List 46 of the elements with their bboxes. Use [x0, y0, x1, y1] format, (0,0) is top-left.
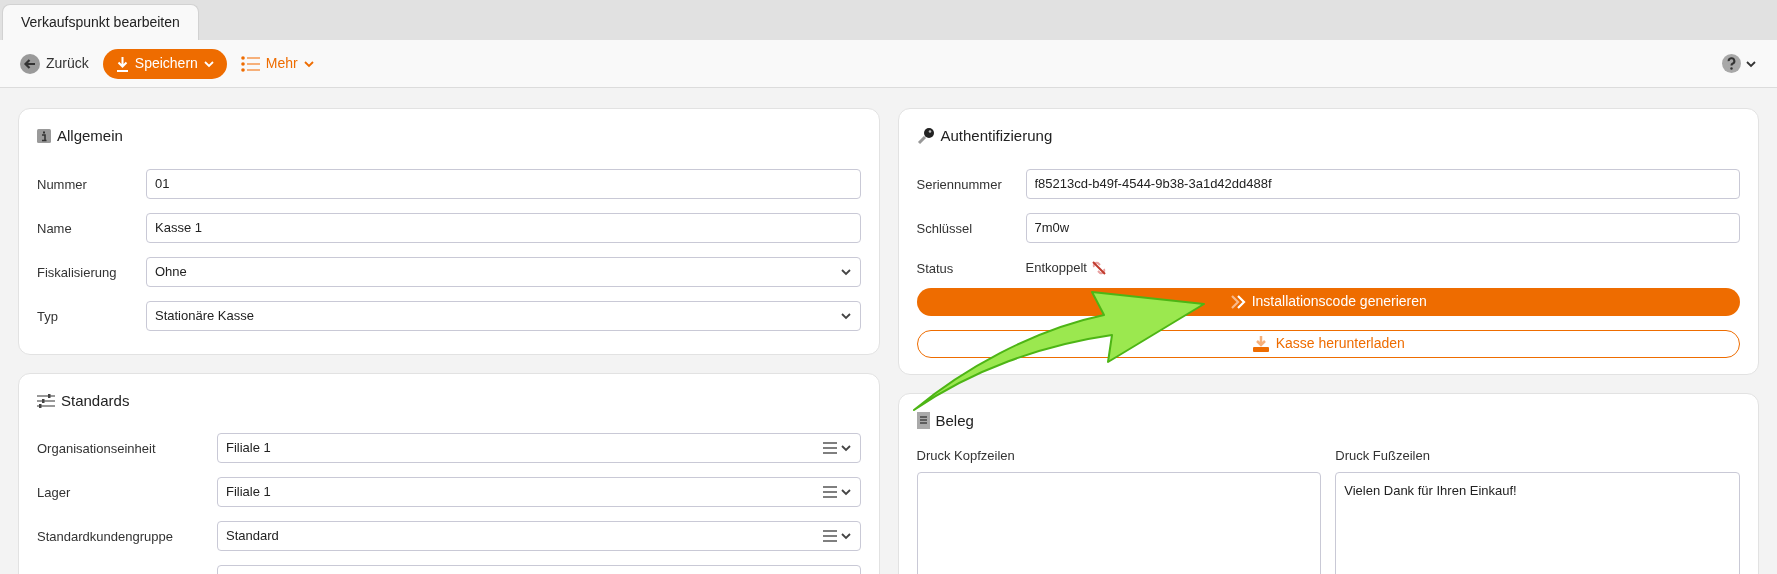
card-title: Standards [61, 390, 130, 411]
card-title: Allgemein [57, 126, 123, 146]
help-icon [1722, 54, 1741, 73]
select-field[interactable]: Ohne [146, 256, 861, 287]
menu-icon [821, 485, 838, 499]
double-chevron-icon [1229, 294, 1246, 309]
download-tray-icon [1251, 334, 1270, 353]
lookup-field[interactable]: Standard [217, 521, 861, 551]
field-label: Status [916, 260, 954, 276]
help-button[interactable] [1722, 54, 1757, 73]
field-label: Name [37, 220, 72, 236]
input-field[interactable]: 01 [146, 168, 861, 199]
lookup-field[interactable]: Filiale 1 [217, 433, 861, 463]
field-label: Lager [37, 485, 71, 500]
input-field[interactable]: f85213cd-b49f-4544-9b38-3a1d42dd488f [1025, 168, 1740, 199]
input-field[interactable]: Kasse 1 [146, 212, 861, 243]
receipt-icon [916, 412, 930, 430]
field-label: Schlüssel [916, 220, 973, 236]
card-title: Authentifizierung [940, 126, 1053, 146]
field-label: Seriennummer [916, 176, 1002, 192]
key-icon [916, 127, 935, 146]
back-button[interactable]: Zurück [20, 53, 89, 74]
text-area[interactable]: Vielen Dank für Ihren Einkauf! [1335, 471, 1740, 574]
field-label: Nummer [37, 176, 87, 192]
input-field[interactable]: 7m0w [1025, 212, 1740, 243]
sliders-icon [37, 392, 55, 409]
tab[interactable]: Verkaufspunkt bearbeiten [2, 4, 199, 40]
field-label: Druck Fußzeilen [1335, 447, 1431, 465]
field-label: Druck Kopfzeilen [916, 447, 1016, 465]
info-icon [37, 129, 51, 144]
field-label: Typ [37, 308, 58, 324]
card-title: Beleg [935, 410, 974, 431]
chevron-down-icon [839, 530, 852, 542]
field-label: Organisationseinheit [37, 441, 156, 456]
list-icon [240, 55, 261, 72]
select-field[interactable]: Stationäre Kasse [146, 300, 861, 331]
download-icon [114, 55, 130, 72]
text-area[interactable] [916, 471, 1322, 574]
field-label: Fiskalisierung [37, 264, 117, 280]
menu-icon [821, 441, 838, 455]
status-text: Entkoppelt [1025, 258, 1087, 277]
lookup-field[interactable]: Filiale 1 [217, 477, 861, 507]
field-label: Standardkundengruppe [37, 529, 173, 544]
chevron-down-icon [839, 486, 852, 498]
chevron-down-icon [839, 442, 852, 454]
menu-icon [821, 529, 838, 543]
